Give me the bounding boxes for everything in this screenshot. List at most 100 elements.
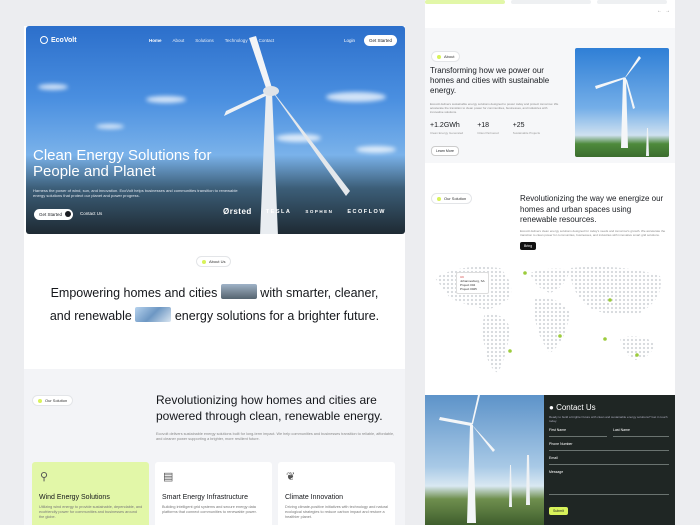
stat-value: +25 <box>512 122 525 129</box>
about-pill: About Us <box>196 256 232 267</box>
landing-page-right: ←→ About Transforming how we power our h… <box>425 0 675 525</box>
submit-button[interactable]: Submit <box>549 507 568 515</box>
card-description: Utilizing wind energy to provide sustain… <box>39 505 143 519</box>
contact-dot-icon: ● <box>549 403 554 412</box>
carousel-arrows[interactable]: ←→ <box>657 8 673 14</box>
solution-pill-label: Our Solution <box>45 398 68 403</box>
first-name-field[interactable]: First Name <box>549 428 607 437</box>
card-title: Smart Energy Infrastructure <box>162 494 248 501</box>
stat-item: +18 Cities Partnered <box>477 122 499 135</box>
solution-description: Ecovolt delivers sustainable energy solu… <box>156 432 395 441</box>
pill-dot-icon <box>202 259 206 264</box>
right-about-section: About Transforming how we power our home… <box>425 28 675 163</box>
hero-contact-button[interactable]: Contact Us <box>80 211 102 216</box>
about-text-part-3: energy solutions for a brighter future. <box>174 309 380 323</box>
nav-links: Home About Solutions Technology Contact <box>149 38 274 43</box>
contact-title: ● Contact Us <box>549 403 596 412</box>
pill-dot-icon <box>437 196 441 201</box>
stat-label: Cities Partnered <box>477 131 499 135</box>
card-title: Wind Energy Solutions <box>39 494 110 501</box>
contact-description: Ready to build a brighter future with cl… <box>549 415 668 423</box>
map-marker-icon[interactable] <box>558 334 562 338</box>
progress-segment-active <box>425 0 505 4</box>
right-solution-description: Ecovolt delivers clean energy solutions … <box>520 229 666 237</box>
nav-get-started-button[interactable]: Get Started <box>364 35 398 46</box>
stat-label: Clean Energy Generated <box>430 131 464 135</box>
hero-title: Clean Energy Solutions for People and Pl… <box>33 147 212 180</box>
progress-segment <box>511 0 591 4</box>
brand-name: EcoVolt <box>51 36 77 44</box>
building-icon: ▤ <box>163 471 174 483</box>
right-solution-title: Revolutionizing the way we energize our … <box>520 194 664 224</box>
pill-dot-icon <box>38 398 42 403</box>
map-tooltip: UK Johannesburg, SA Project 004 Project … <box>456 272 489 294</box>
nav-link-home[interactable]: Home <box>149 38 162 43</box>
tooltip-line: Project 0025 <box>460 287 477 291</box>
nav-link-technology[interactable]: Technology <box>225 38 248 43</box>
right-solution-section: Our Solution Revolutionizing the way we … <box>425 190 675 390</box>
progress-segment <box>597 0 667 4</box>
wind-turbine-photo <box>575 48 669 157</box>
partner-logo-orsted: Ørsted <box>223 207 252 216</box>
card-description: Building intelligent grid systems and se… <box>162 505 257 514</box>
right-solution-button[interactable]: Bring <box>520 242 537 250</box>
nav-link-about[interactable]: About <box>173 38 185 43</box>
solution-card-climate[interactable]: ❦ Climate Innovation Driving climate-pos… <box>278 462 395 525</box>
right-solution-pill: Our Solution <box>431 193 473 204</box>
turbines-illustration <box>439 395 530 523</box>
solution-card-wind[interactable]: ⚲ Wind Energy Solutions Utilizing wind e… <box>32 462 149 525</box>
top-navigation: EcoVolt Home About Solutions Technology … <box>26 26 405 56</box>
card-title: Climate Innovation <box>285 494 343 501</box>
partner-logo-tesla: TESLA <box>265 208 292 215</box>
wind-icon: ⚲ <box>40 471 49 483</box>
last-name-field[interactable]: Last Name <box>613 428 669 437</box>
city-inline-image <box>220 284 257 299</box>
brand-mark-icon <box>40 36 48 44</box>
stat-value: +18 <box>477 122 490 129</box>
turbine-illustration <box>595 56 649 156</box>
stat-value: +1.2GWh <box>430 122 460 129</box>
phone-field[interactable]: Phone Number <box>549 442 669 451</box>
card-description: Driving climate-positive initiatives wit… <box>285 505 388 519</box>
login-link[interactable]: Login <box>344 38 355 43</box>
arrow-right-icon[interactable]: → <box>665 8 673 14</box>
stats-row: +1.2GWh Clean Energy Generated +18 Cities … <box>430 122 540 135</box>
wind-farm-photo <box>425 395 544 525</box>
stat-label: Sustainable Projects <box>512 131 541 135</box>
wind-turbine-image <box>224 36 350 234</box>
map-marker-icon[interactable] <box>508 349 512 353</box>
solution-section: Our Solution Revolutionizing how homes a… <box>24 369 405 525</box>
partner-logo-ecoflow: ECOFLOW <box>347 208 386 215</box>
about-pill-label: About Us <box>209 259 226 264</box>
about-statement: Empowering homes and cities with smarter… <box>49 282 380 328</box>
map-marker-icon[interactable] <box>603 337 607 341</box>
stat-item: +1.2GWh Clean Energy Generated <box>430 122 463 135</box>
right-about-title: Transforming how we power our homes and … <box>430 66 550 95</box>
solar-panel-inline-image <box>135 307 172 322</box>
contact-section: ● Contact Us Ready to build a brighter f… <box>425 395 675 525</box>
nav-link-solutions[interactable]: Solutions <box>195 38 214 43</box>
hero-section: EcoVolt Home About Solutions Technology … <box>26 26 405 234</box>
message-field[interactable]: Message <box>549 470 669 495</box>
contact-title-text: Contact Us <box>556 403 596 412</box>
brand-logo[interactable]: EcoVolt <box>40 36 77 44</box>
arrow-left-icon[interactable]: ← <box>657 8 665 14</box>
right-about-pill: About <box>431 51 461 62</box>
about-text-part-1: Empowering homes and cities <box>50 286 218 300</box>
email-field[interactable]: Email <box>549 456 669 465</box>
map-marker-icon[interactable] <box>608 298 612 302</box>
learn-more-button[interactable]: Learn More <box>431 146 459 156</box>
hero-get-started-button[interactable]: Get Started <box>34 209 74 220</box>
map-marker-icon[interactable] <box>523 271 527 275</box>
cloud-shape <box>38 84 68 90</box>
solution-card-infrastructure[interactable]: ▤ Smart Energy Infrastructure Building i… <box>155 462 272 525</box>
partner-logo-sophen: SOPHEN <box>305 209 334 214</box>
nav-link-contact[interactable]: Contact <box>259 38 275 43</box>
solution-title: Revolutionizing how homes and cities are… <box>156 393 383 423</box>
map-marker-icon[interactable] <box>635 353 639 357</box>
right-solution-pill-label: Our Solution <box>444 196 467 201</box>
stat-item: +25 Sustainable Projects <box>513 122 540 135</box>
solution-pill: Our Solution <box>32 395 74 406</box>
landing-page-left: EcoVolt Home About Solutions Technology … <box>24 26 405 525</box>
right-about-pill-label: About <box>444 54 455 59</box>
